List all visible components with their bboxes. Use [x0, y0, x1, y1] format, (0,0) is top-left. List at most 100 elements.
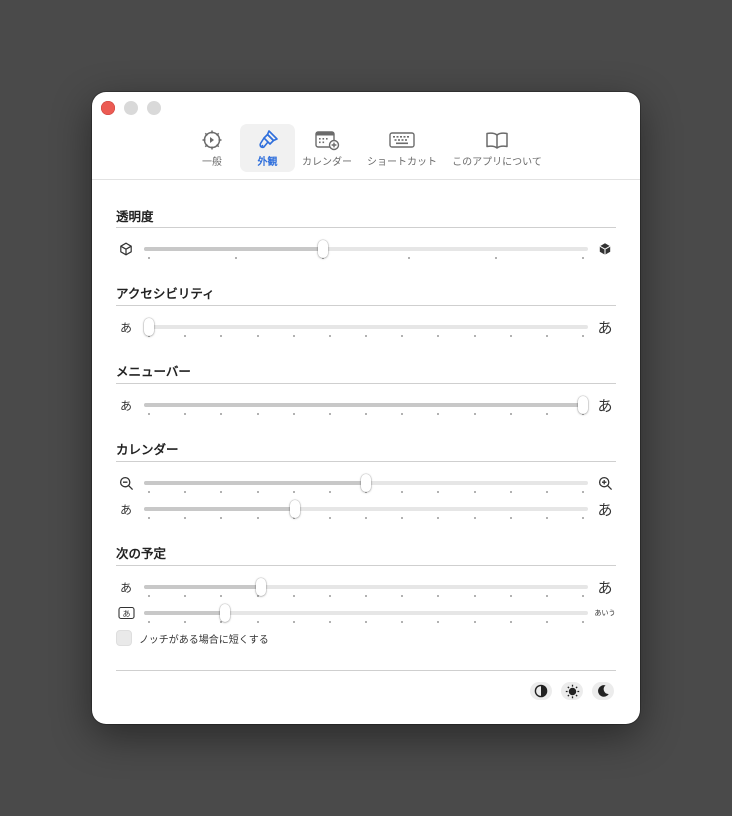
section-title-calendar: カレンダー: [116, 442, 179, 457]
slider-tick: [234, 257, 237, 259]
close-button[interactable]: [101, 101, 115, 115]
zoom-in-icon: [598, 476, 612, 490]
tab-calendar[interactable]: カレンダー: [300, 124, 354, 172]
theme-auto-button[interactable]: [530, 682, 552, 700]
slider-tick: [509, 413, 512, 415]
small-text-icon: あ: [119, 398, 132, 413]
slider-tick: [582, 335, 584, 337]
tab-general-label: 一般: [202, 157, 222, 168]
menubar-slider[interactable]: [144, 396, 588, 415]
slider-tick: [401, 595, 404, 597]
section-title-transparency: 透明度: [116, 209, 154, 224]
slider-tick: [184, 517, 187, 519]
toolbar-divider: [92, 179, 640, 180]
accessibility-slider[interactable]: [144, 318, 588, 337]
slider-tick: [256, 621, 259, 623]
slider-tick: [220, 413, 223, 415]
tab-calendar-label: カレンダー: [302, 157, 352, 168]
slider-tick: [437, 491, 440, 493]
slider-tick: [401, 621, 404, 623]
slider-tick: [408, 257, 411, 259]
slider-fill: [144, 247, 323, 251]
slider-tick: [545, 413, 548, 415]
transparency-slider[interactable]: [144, 240, 588, 259]
gear-icon: [202, 130, 222, 150]
next-event-length-slider[interactable]: [144, 604, 588, 623]
slider-tick: [495, 257, 498, 259]
slider-tick: [148, 491, 150, 493]
slider-knob[interactable]: [144, 318, 154, 336]
slider-tick: [220, 517, 223, 519]
slider-tick: [509, 517, 512, 519]
slider-tick: [328, 413, 331, 415]
calendar-font-slider[interactable]: [144, 500, 588, 519]
slider-tick: [220, 595, 223, 597]
slider-tick: [292, 413, 295, 415]
slider-tick: [184, 595, 187, 597]
slider-tick: [292, 335, 295, 337]
large-text-icon: あ: [597, 396, 613, 415]
slider-tick: [328, 595, 331, 597]
slider-tick: [437, 335, 440, 337]
slider-tick: [148, 595, 150, 597]
calendar-zoom-slider[interactable]: [144, 474, 588, 493]
section-divider: [116, 461, 616, 462]
tab-shortcuts-label: ショートカット: [367, 157, 437, 168]
slider-knob[interactable]: [361, 474, 371, 492]
slider-tick: [437, 595, 440, 597]
slider-knob[interactable]: [219, 604, 230, 622]
slider-fill: [144, 611, 225, 615]
slider-tick: [148, 257, 150, 259]
section-title-next-event: 次の予定: [116, 546, 167, 561]
tab-appearance[interactable]: 外観: [240, 124, 295, 172]
transparency-row: [116, 237, 616, 261]
zoom-button[interactable]: [147, 101, 161, 115]
theme-dark-button[interactable]: [592, 682, 614, 700]
section-title-menubar: メニューバー: [116, 364, 191, 379]
zoom-out-icon: [119, 476, 133, 490]
theme-light-button[interactable]: [561, 682, 583, 700]
contrast-icon: [534, 684, 548, 698]
slider-tick: [256, 517, 259, 519]
slider-knob[interactable]: [578, 396, 588, 414]
preferences-window: 一般 外観 カレンダー ショートカット このアプリについて 透明度 アクセシビリ…: [92, 92, 640, 724]
slider-tick: [184, 491, 187, 493]
slider-knob[interactable]: [317, 240, 328, 258]
tab-general[interactable]: 一般: [190, 124, 234, 172]
slider-tick: [365, 517, 367, 519]
calendar-zoom-row: [116, 471, 616, 495]
slider-tick: [545, 491, 548, 493]
text-box-icon-text: あ: [122, 609, 130, 618]
slider-tick: [256, 413, 259, 415]
slider-tick: [256, 491, 259, 493]
slider-tick: [473, 595, 476, 597]
slider-tick: [545, 621, 548, 623]
slider-fill: [144, 507, 296, 511]
slider-fill: [144, 403, 583, 407]
slider-tick: [401, 491, 404, 493]
slider-tick: [437, 517, 440, 519]
slider-tick: [328, 517, 331, 519]
small-text-icon: あ: [119, 502, 132, 517]
next-event-font-slider[interactable]: [144, 578, 588, 597]
minimize-button[interactable]: [124, 101, 138, 115]
next-event-font-row: あ あ: [116, 575, 616, 599]
notch-checkbox[interactable]: [116, 630, 132, 646]
slider-knob[interactable]: [290, 500, 301, 518]
slider-tick: [473, 491, 476, 493]
section-divider: [116, 227, 616, 228]
section-divider: [116, 383, 616, 384]
large-text-icon: あ: [597, 500, 613, 519]
slider-knob[interactable]: [255, 578, 266, 596]
slider-tick: [292, 595, 295, 597]
slider-fill: [144, 481, 366, 485]
tab-shortcuts[interactable]: ショートカット: [365, 124, 439, 172]
text-box-icon: あ: [117, 606, 135, 620]
slider-tick: [509, 595, 512, 597]
notch-checkbox-row[interactable]: ノッチがある場合に短くする: [116, 630, 269, 646]
slider-tick: [473, 413, 476, 415]
slider-tick: [292, 491, 295, 493]
keyboard-icon: [389, 132, 415, 148]
tab-about[interactable]: このアプリについて: [450, 124, 544, 172]
notch-checkbox-label[interactable]: ノッチがある場合に短くする: [139, 631, 269, 646]
